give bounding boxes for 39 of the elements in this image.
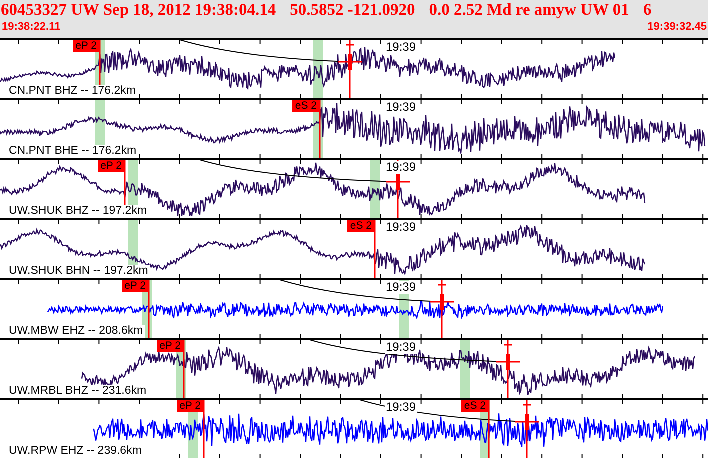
amplitude-marker: [495, 340, 521, 398]
pick-label[interactable]: eS 2: [292, 100, 320, 112]
pick-label[interactable]: eP 2: [156, 340, 184, 352]
time-label: 19:39: [385, 341, 418, 354]
pick-line: [183, 340, 185, 398]
event-title: 6: [643, 0, 652, 19]
amplitude-marker: [429, 280, 455, 338]
pick-line: [203, 400, 205, 458]
amplitude-marker: [514, 400, 540, 458]
station-label: UW.SHUK BHN -- 197.2km: [9, 265, 150, 278]
event-title: 0.0 2.52 Md re amyw UW 01: [429, 0, 630, 19]
pick-line: [148, 280, 150, 338]
time-label: 19:39: [385, 161, 418, 174]
station-label: CN.PNT BHE -- 176.2km: [9, 145, 139, 158]
pick-label[interactable]: eS 2: [347, 220, 375, 232]
end-time: 19:39:32.45: [648, 21, 707, 34]
event-title: 60453327 UW Sep 18, 2012 19:38:04.14: [1, 0, 276, 19]
event-title: 50.5852 -121.0920: [290, 0, 416, 19]
time-label: 19:39: [385, 221, 418, 234]
pick-line: [374, 220, 376, 278]
start-time: 19:38:22.11: [2, 21, 61, 34]
time-label: 19:39: [385, 281, 418, 294]
pick-label[interactable]: eS 2: [461, 400, 489, 412]
station-label: UW.SHUK BHZ -- 197.2km: [9, 205, 150, 218]
amplitude-marker: [337, 40, 363, 98]
time-label: 19:39: [385, 101, 418, 114]
pick-label[interactable]: eP 2: [72, 40, 100, 52]
station-label: UW.MBW EHZ -- 208.6km: [9, 325, 146, 338]
pick-line: [319, 100, 321, 158]
pick-label[interactable]: eP 2: [122, 280, 149, 292]
pick-label[interactable]: eP 2: [176, 400, 204, 412]
time-label: 19:39: [385, 401, 418, 414]
pick-label[interactable]: eP 2: [98, 160, 125, 172]
arrival-band: [370, 160, 380, 218]
station-label: UW.MRBL BHZ -- 231.6km: [9, 385, 149, 398]
station-label: CN.PNT BHZ -- 176.2km: [9, 85, 138, 98]
station-label: UW.RPW EHZ -- 239.6km: [9, 445, 144, 458]
time-label: 19:39: [385, 41, 418, 54]
pick-line: [488, 400, 490, 458]
